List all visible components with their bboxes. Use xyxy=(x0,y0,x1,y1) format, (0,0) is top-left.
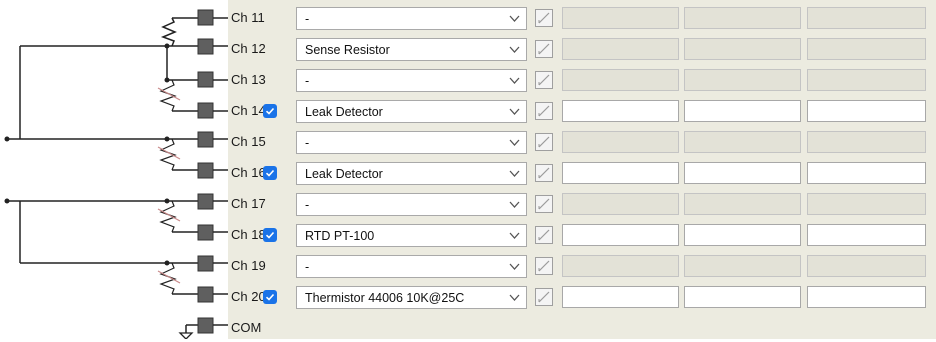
config-field-2[interactable] xyxy=(684,69,801,91)
config-field-1[interactable] xyxy=(562,162,679,184)
config-field-2[interactable] xyxy=(684,193,801,215)
config-field-3[interactable] xyxy=(807,131,926,153)
sensor-type-select[interactable]: RTD PT-100 xyxy=(296,224,527,247)
channel-row-17: Ch 17 - xyxy=(0,192,936,218)
config-field-1[interactable] xyxy=(562,255,679,277)
channel-row-11: Ch 11 - xyxy=(0,6,936,32)
config-field-1[interactable] xyxy=(562,69,679,91)
channel-label: Ch 13 xyxy=(231,72,266,87)
config-field-3[interactable] xyxy=(807,100,926,122)
channel-row-12: Ch 12 Sense Resistor xyxy=(0,37,936,63)
config-field-1[interactable] xyxy=(562,38,679,60)
edit-icon[interactable] xyxy=(535,102,553,120)
check-icon xyxy=(265,169,275,177)
edit-icon[interactable] xyxy=(535,9,553,27)
config-field-2[interactable] xyxy=(684,7,801,29)
sensor-type-select[interactable]: Sense Resistor xyxy=(296,38,527,61)
channel-label: Ch 16 xyxy=(231,165,266,180)
edit-icon[interactable] xyxy=(535,257,553,275)
channel-row-20: Ch 20 Thermistor 44006 10K@25C xyxy=(0,285,936,311)
channel-label: Ch 11 xyxy=(231,10,265,25)
channel-row-13: Ch 13 - xyxy=(0,68,936,94)
chevron-down-icon xyxy=(509,294,520,301)
edit-icon[interactable] xyxy=(535,195,553,213)
chevron-down-icon xyxy=(509,46,520,53)
edit-icon[interactable] xyxy=(535,133,553,151)
config-field-3[interactable] xyxy=(807,162,926,184)
sensor-type-select[interactable]: - xyxy=(296,131,527,154)
channel-label: Ch 20 xyxy=(231,289,266,304)
check-icon xyxy=(265,107,275,115)
channel-row-19: Ch 19 - xyxy=(0,254,936,280)
sensor-type-select[interactable]: - xyxy=(296,7,527,30)
channel-label: Ch 19 xyxy=(231,258,266,273)
config-field-3[interactable] xyxy=(807,286,926,308)
config-field-3[interactable] xyxy=(807,69,926,91)
config-field-1[interactable] xyxy=(562,193,679,215)
chevron-down-icon xyxy=(509,232,520,239)
channel-label: Ch 15 xyxy=(231,134,266,149)
sensor-type-select[interactable]: - xyxy=(296,255,527,278)
check-icon xyxy=(265,293,275,301)
chevron-down-icon xyxy=(509,139,520,146)
edit-icon[interactable] xyxy=(535,226,553,244)
config-field-3[interactable] xyxy=(807,224,926,246)
chevron-down-icon xyxy=(509,108,520,115)
config-field-1[interactable] xyxy=(562,100,679,122)
chevron-down-icon xyxy=(509,77,520,84)
com-label: COM xyxy=(231,320,262,335)
chevron-down-icon xyxy=(509,201,520,208)
sensor-type-select[interactable]: - xyxy=(296,69,527,92)
channel-enable-checkbox[interactable] xyxy=(263,228,277,242)
sensor-type-select[interactable]: Thermistor 44006 10K@25C xyxy=(296,286,527,309)
channel-row-15: Ch 15 - xyxy=(0,130,936,156)
sensor-type-select[interactable]: Leak Detector xyxy=(296,162,527,185)
config-field-2[interactable] xyxy=(684,100,801,122)
com-row: COM xyxy=(0,316,936,342)
check-icon xyxy=(265,231,275,239)
channel-enable-checkbox[interactable] xyxy=(263,166,277,180)
channel-label: Ch 18 xyxy=(231,227,266,242)
chevron-down-icon xyxy=(509,15,520,22)
sensor-type-select[interactable]: - xyxy=(296,193,527,216)
config-field-1[interactable] xyxy=(562,7,679,29)
config-field-3[interactable] xyxy=(807,38,926,60)
channel-enable-checkbox[interactable] xyxy=(263,104,277,118)
channel-row-18: Ch 18 RTD PT-100 xyxy=(0,223,936,249)
chevron-down-icon xyxy=(509,263,520,270)
edit-icon[interactable] xyxy=(535,40,553,58)
edit-icon[interactable] xyxy=(535,164,553,182)
sensor-type-select[interactable]: Leak Detector xyxy=(296,100,527,123)
channel-row-14: Ch 14 Leak Detector xyxy=(0,99,936,125)
config-field-2[interactable] xyxy=(684,255,801,277)
config-field-2[interactable] xyxy=(684,162,801,184)
config-field-1[interactable] xyxy=(562,224,679,246)
config-field-2[interactable] xyxy=(684,131,801,153)
edit-icon[interactable] xyxy=(535,288,553,306)
channel-row-16: Ch 16 Leak Detector xyxy=(0,161,936,187)
channel-label: Ch 12 xyxy=(231,41,266,56)
config-field-3[interactable] xyxy=(807,255,926,277)
chevron-down-icon xyxy=(509,170,520,177)
config-field-2[interactable] xyxy=(684,38,801,60)
config-field-3[interactable] xyxy=(807,7,926,29)
channel-enable-checkbox[interactable] xyxy=(263,290,277,304)
config-field-1[interactable] xyxy=(562,286,679,308)
config-field-2[interactable] xyxy=(684,224,801,246)
config-field-1[interactable] xyxy=(562,131,679,153)
channel-label: Ch 14 xyxy=(231,103,266,118)
config-field-2[interactable] xyxy=(684,286,801,308)
channel-label: Ch 17 xyxy=(231,196,266,211)
edit-icon[interactable] xyxy=(535,71,553,89)
config-field-3[interactable] xyxy=(807,193,926,215)
